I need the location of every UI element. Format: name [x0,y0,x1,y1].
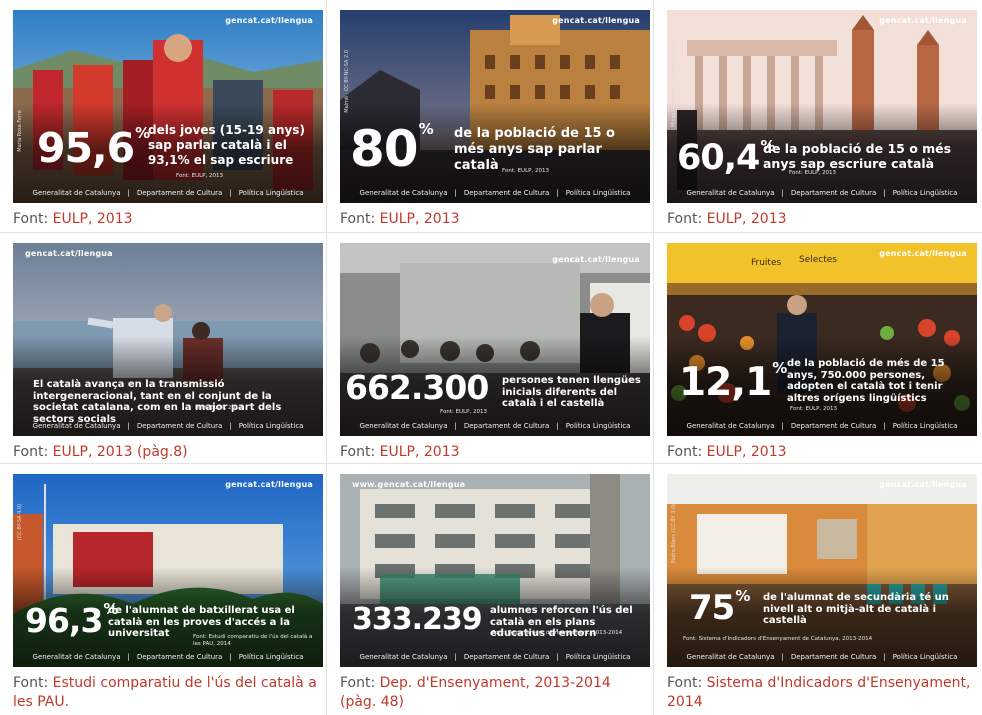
grid-cell-6: gencat.cat/llengua Fruites Selectes 12,1… [654,233,982,464]
caption-link[interactable]: Dep. d'Ensenyament, 2013-2014 (pàg. 48) [340,675,611,710]
infographic-card-6[interactable]: gencat.cat/llengua Fruites Selectes 12,1… [667,243,977,436]
card-footer: Generalitat de Catalunya | Departament de … [32,653,304,661]
big-number: 96,3% [25,600,119,640]
caption-link[interactable]: EULP, 2013 [380,211,460,227]
caption-link[interactable]: EULP, 2013 [53,211,133,227]
card-footer: Generalitat de Catalunya | Departament de … [32,422,304,430]
stat-description: persones tenen llengües inicials diferen… [502,375,641,409]
caption: Font: EULP, 2013 (pàg.8) [13,444,188,460]
source-note: Font: EULP, 2013 [789,170,836,176]
source-note: Font: Estudi comparatiu de l'ús del cata… [193,634,313,647]
infographic-card-1[interactable]: gencat.cat/llengua 95,6% dels joves (15-… [13,10,323,203]
card-footer: Generalitat de Catalunya | Departament de … [359,422,631,430]
site-label: gencat.cat/llengua [879,249,967,258]
photo-credit: Pedro Blanc (CC BY 3.0) [671,504,677,564]
infographic-card-4[interactable]: gencat.cat/llengua El català avança en l… [13,243,323,436]
infographic-card-8[interactable]: www.gencat.cat/llengua 333.239 alumnes r… [340,474,650,667]
infographic-card-3[interactable]: gencat.cat/llengua 60,4% de la població … [667,10,977,203]
caption-link[interactable]: Estudi comparatiu de l'ús del català a l… [13,675,317,710]
market-sign-fruites: Fruites [751,258,782,268]
grid-cell-8: www.gencat.cat/llengua 333.239 alumnes r… [327,464,654,715]
big-number: 95,6% [37,124,151,172]
card-footer: Generalitat de Catalunya | Departament de … [686,189,958,197]
site-label: gencat.cat/llengua [225,16,313,25]
caption: Font: EULP, 2013 [667,211,787,227]
caption: Font: EULP, 2013 [340,444,460,460]
photo-credit: Maria Rosa Ferré [17,110,23,152]
big-number: 662.300 [345,368,489,407]
source-note: Font: EULP, 2013 [195,405,242,411]
caption: Font: EULP, 2013 [667,444,787,460]
infographic-card-2[interactable]: gencat.cat/llengua 80% de la població de… [340,10,650,203]
infographic-card-9[interactable]: gencat.cat/llengua 75% de l'alumnat de s… [667,474,977,667]
source-note: Font: EULP, 2013 [502,168,549,174]
caption-link[interactable]: EULP, 2013 [707,444,787,460]
big-number: 333.239 [352,602,483,637]
source-note: Font: Departament d'Ensenyament, 2013-20… [492,630,623,636]
site-label: gencat.cat/llengua [25,249,113,258]
source-note: Font: EULP, 2013 [790,406,837,412]
site-label: gencat.cat/llengua [225,480,313,489]
card-footer: Generalitat de Catalunya | Departament de … [686,653,958,661]
photo-credit: Mikael Miettinen · CC BY-NC-SA 2.0 [671,40,677,128]
infographic-card-7[interactable]: gencat.cat/llengua 96,3% de l'alumnat de… [13,474,323,667]
infographic-grid: gencat.cat/llengua 95,6% dels joves (15-… [0,0,982,715]
stat-description: El català avança en la transmissió inter… [33,379,282,425]
site-label: gencat.cat/llengua [879,480,967,489]
caption: Font: EULP, 2013 [340,211,460,227]
caption-link[interactable]: EULP, 2013 [707,211,787,227]
grid-cell-7: gencat.cat/llengua 96,3% de l'alumnat de… [0,464,327,715]
big-number: 12,1% [679,359,788,405]
source-note: Font: EULP, 2013 [440,409,487,415]
grid-cell-1: gencat.cat/llengua 95,6% dels joves (15-… [0,0,327,233]
source-note: Font: EULP, 2013 [176,173,223,179]
card-footer: Generalitat de Catalunya | Departament de … [686,422,958,430]
infographic-card-5[interactable]: gencat.cat/llengua 662.300 persones tene… [340,243,650,436]
card-footer: Generalitat de Catalunya | Departament de … [359,189,631,197]
caption: Font: Sistema d'Indicadors d'Ensenyament… [667,675,971,710]
caption: Font: Dep. d'Ensenyament, 2013-2014 (pàg… [340,675,611,710]
grid-cell-2: gencat.cat/llengua 80% de la població de… [327,0,654,233]
big-number: 60,4% [677,137,776,178]
big-number: 80% [350,120,434,178]
big-number: 75% [689,587,751,628]
site-label: gencat.cat/llengua [552,16,640,25]
card-footer: Generalitat de Catalunya | Departament de … [359,653,631,661]
caption-link[interactable]: Sistema d'Indicadors d'Ensenyament, 2014 [667,675,970,710]
grid-cell-5: gencat.cat/llengua 662.300 persones tene… [327,233,654,464]
stat-description: de la població de 15 o més anys sap parl… [454,126,615,173]
caption-link[interactable]: EULP, 2013 (pàg.8) [53,444,188,460]
caption: Font: Estudi comparatiu de l'ús del cata… [13,675,317,710]
grid-cell-4: gencat.cat/llengua El català avança en l… [0,233,327,464]
site-label: gencat.cat/llengua [552,255,640,264]
source-note: Font: Sistema d'Indicadors d'Ensenyament… [683,636,873,642]
photo-credit: (CC BY-SA 4.0) [17,504,23,541]
stat-description: dels joves (15-19 anys) sap parlar catal… [148,123,305,167]
caption: Font: EULP, 2013 [13,211,133,227]
market-sign-selectes: Selectes [799,255,837,265]
grid-cell-9: gencat.cat/llengua 75% de l'alumnat de s… [654,464,982,715]
caption-link[interactable]: EULP, 2013 [380,444,460,460]
stat-description: de la població de 15 o més anys sap escr… [763,141,952,171]
site-label: www.gencat.cat/llengua [352,480,466,489]
stat-description: de l'alumnat de secundària té un nivell … [763,592,949,626]
card-footer: Generalitat de Catalunya | Departament de … [32,189,304,197]
stat-description: de la població de més de 15 anys, 750.00… [787,358,945,404]
site-label: gencat.cat/llengua [879,16,967,25]
photo-credit: Malmö · CC BY-NC-SA 2.0 [344,50,350,113]
grid-cell-3: gencat.cat/llengua 60,4% de la població … [654,0,982,233]
